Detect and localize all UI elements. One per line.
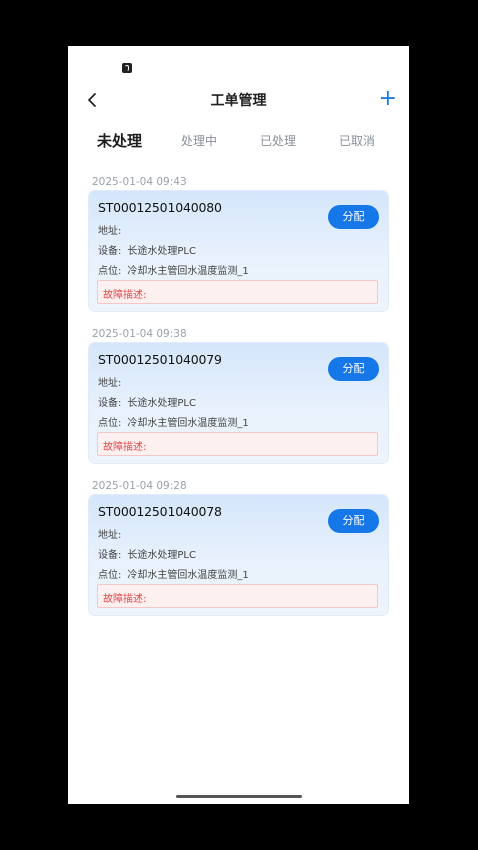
order-time: 2025-01-04 09:28: [92, 480, 187, 492]
order-id: ST00012501040078: [98, 504, 222, 519]
device-row: 设备: 长途水处理PLC: [98, 546, 196, 561]
order-time: 2025-01-04 09:38: [92, 328, 187, 340]
point-value: 冷却水主管回水温度监测_1: [127, 570, 249, 581]
point-value: 冷却水主管回水温度监测_1: [127, 266, 249, 277]
address-row: 地址:: [98, 526, 127, 541]
point-label: 点位:: [98, 570, 122, 581]
order-time: 2025-01-04 09:43: [92, 176, 187, 188]
point-label: 点位:: [98, 418, 122, 429]
address-row: 地址:: [98, 222, 127, 237]
fault-label: 故障描述:: [103, 442, 147, 453]
tab-cancelled[interactable]: 已取消: [339, 132, 375, 149]
order-card[interactable]: ST00012501040078 分配 地址: 设备: 长途水处理PLC 点位: 冷…: [88, 494, 389, 616]
status-tabs: 未处理 处理中 已处理 已取消: [68, 132, 409, 156]
address-label: 地址:: [98, 378, 122, 389]
nav-bar: 工单管理 +: [68, 86, 409, 114]
point-label: 点位:: [98, 266, 122, 277]
assign-button[interactable]: 分配: [328, 205, 379, 229]
device-value: 长途水处理PLC: [127, 550, 196, 561]
point-value: 冷却水主管回水温度监测_1: [127, 418, 249, 429]
device-label: 设备:: [98, 246, 122, 257]
add-button[interactable]: +: [379, 85, 397, 113]
address-label: 地址:: [98, 530, 122, 541]
tab-unprocessed[interactable]: 未处理: [97, 130, 142, 151]
device-row: 设备: 长途水处理PLC: [98, 242, 196, 257]
point-row: 点位: 冷却水主管回水温度监测_1: [98, 262, 249, 277]
address-label: 地址:: [98, 226, 122, 237]
assign-button[interactable]: 分配: [328, 357, 379, 381]
address-row: 地址:: [98, 374, 127, 389]
app-notification-icon: [122, 63, 132, 73]
fault-label: 故障描述:: [103, 594, 147, 605]
device-value: 长途水处理PLC: [127, 246, 196, 257]
order-id: ST00012501040079: [98, 352, 222, 367]
fault-label: 故障描述:: [103, 290, 147, 301]
order-id: ST00012501040080: [98, 200, 222, 215]
tab-processing[interactable]: 处理中: [181, 132, 217, 149]
tab-processed[interactable]: 已处理: [260, 132, 296, 149]
device-label: 设备:: [98, 550, 122, 561]
phone-screen: 工单管理 + 未处理 处理中 已处理 已取消 2025-01-04 09:43 …: [68, 46, 409, 804]
fault-description-box: 故障描述:: [97, 280, 378, 304]
fault-description-box: 故障描述:: [97, 584, 378, 608]
point-row: 点位: 冷却水主管回水温度监测_1: [98, 566, 249, 581]
device-row: 设备: 长途水处理PLC: [98, 394, 196, 409]
order-card[interactable]: ST00012501040080 分配 地址: 设备: 长途水处理PLC 点位: 冷…: [88, 190, 389, 312]
page-title: 工单管理: [210, 93, 267, 109]
order-card[interactable]: ST00012501040079 分配 地址: 设备: 长途水处理PLC 点位: 冷…: [88, 342, 389, 464]
device-value: 长途水处理PLC: [127, 398, 196, 409]
fault-description-box: 故障描述:: [97, 432, 378, 456]
home-indicator[interactable]: [176, 795, 302, 798]
assign-button[interactable]: 分配: [328, 509, 379, 533]
device-label: 设备:: [98, 398, 122, 409]
point-row: 点位: 冷却水主管回水温度监测_1: [98, 414, 249, 429]
